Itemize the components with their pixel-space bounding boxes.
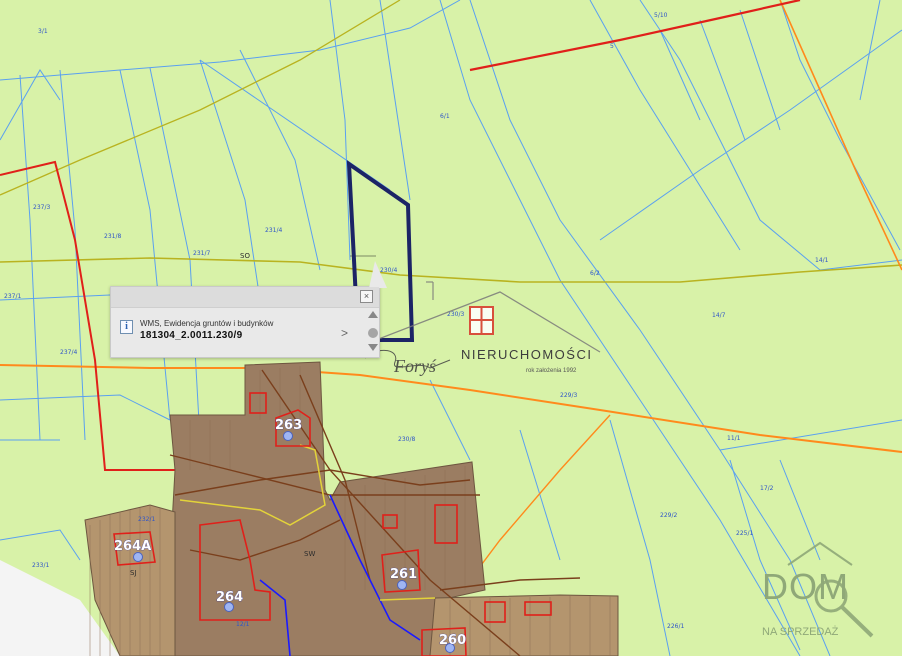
building-number-263: 263 [275,418,302,433]
building-number-264a: 264A [114,539,151,554]
plot-label: 237/4 [60,349,77,356]
signature-text: Foryś [393,356,437,376]
plot-label: 5 [610,43,614,50]
building-number-261: 261 [390,567,417,582]
plot-label: 225/1 [736,530,753,537]
watermark-tagline: rok założenia 1992 [526,368,577,374]
triangle-down-icon[interactable] [368,344,378,351]
chevron-right-icon[interactable]: > [341,326,348,340]
plot-label: 231/4 [265,227,282,234]
plot-label: 3/1 [38,28,48,35]
plot-label: 12/1 [236,621,250,628]
parcel-id[interactable]: 181304_2.0011.230/9 [140,330,242,341]
popup-header: × [111,287,379,308]
plot-label: 229/2 [660,512,677,519]
feature-info-popup: × i WMS, Ewidencja gruntów i budynków 18… [110,261,387,358]
plot-label: 6/2 [590,270,600,277]
plot-label: 231/8 [104,233,121,240]
road-label-so: SO [240,252,250,260]
popup-body: i WMS, Ewidencja gruntów i budynków 1813… [111,308,379,356]
road-label-sj: SJ [130,569,137,577]
plot-label: 237/3 [33,204,50,211]
plot-label: 17/2 [760,485,774,492]
info-icon: i [120,320,133,334]
plot-label: 11/1 [727,435,741,442]
plot-label: 231/7 [193,250,210,257]
layer-name: WMS, Ewidencja gruntów i budynków [140,319,274,328]
plot-label: 232/1 [138,516,155,523]
building-number-264: 264 [216,590,243,605]
close-icon[interactable]: × [360,290,373,303]
plot-label: 233/1 [32,562,49,569]
plot-label: 230/8 [398,436,415,443]
plot-label: 226/1 [667,623,684,630]
dom-logo-text: DOM [762,566,849,607]
building-number-260: 260 [439,633,466,648]
plot-label: 229/3 [560,392,577,399]
road-label-sw: SW [304,550,315,558]
plot-label: 5/10 [654,12,668,19]
triangle-up-icon[interactable] [368,311,378,318]
dom-logo-subtext: NA SPRZEDAŻ [762,626,839,638]
plot-label: 237/1 [4,293,21,300]
plot-label: 14/1 [815,257,829,264]
watermark-company: NIERUCHOMOŚCI [461,347,593,362]
plot-label: 14/7 [712,312,726,319]
popup-pointer [369,261,387,288]
plot-label: 6/1 [440,113,450,120]
scroll-thumb[interactable] [368,328,378,338]
